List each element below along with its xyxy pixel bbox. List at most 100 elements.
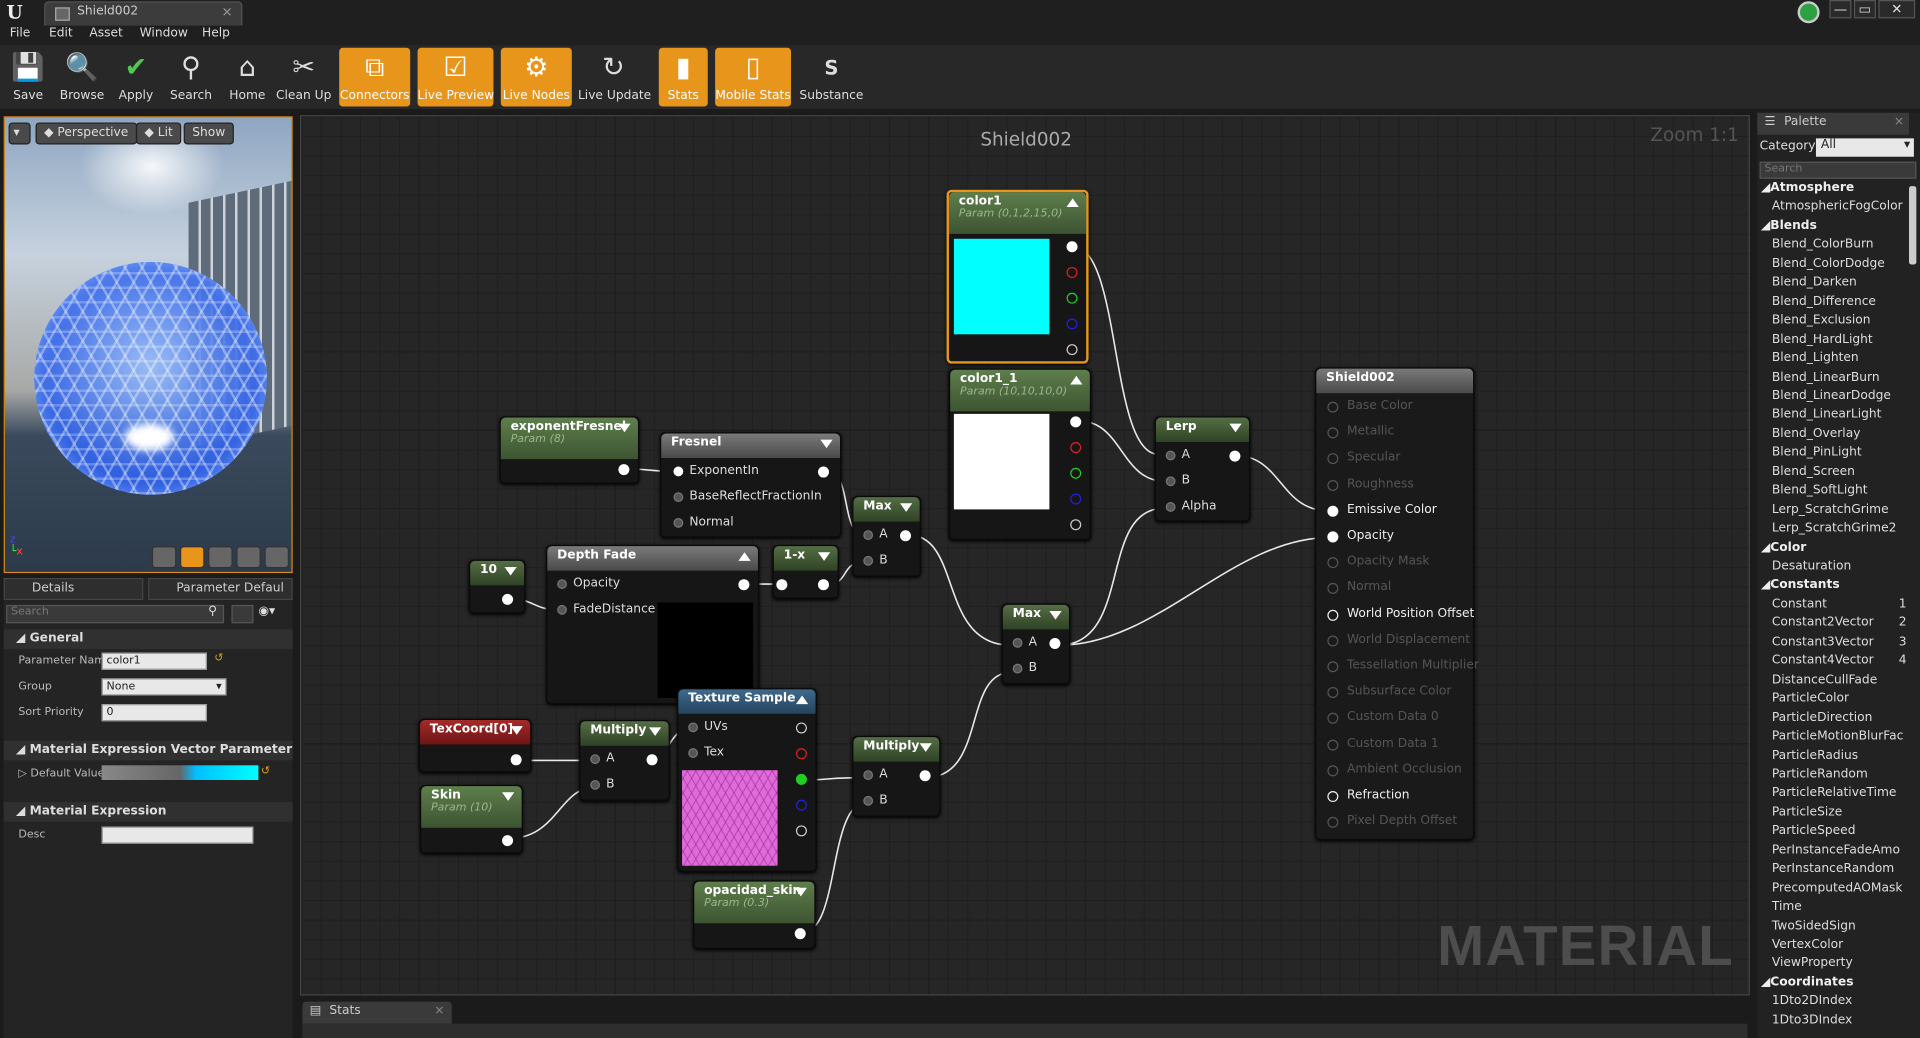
result-pin-opacity-mask[interactable]: Opacity Mask <box>1327 555 1429 569</box>
result-pin-world-displacement[interactable]: World Displacement <box>1327 633 1470 647</box>
live-preview-button[interactable]: ☑ Live Preview <box>417 47 494 107</box>
category-select[interactable]: All ▾ <box>1815 138 1914 157</box>
node-max-2[interactable]: Max A B <box>1001 603 1071 685</box>
input-pin-a[interactable]: A <box>1165 448 1190 462</box>
output-pin[interactable] <box>919 770 931 782</box>
palette-item[interactable]: Blend_SoftLight <box>1772 484 1907 497</box>
palette-item[interactable]: Blend_LinearLight <box>1772 408 1907 421</box>
palette-category[interactable]: ◢Atmosphere <box>1761 181 1896 194</box>
result-pin-world-position-offset[interactable]: World Position Offset <box>1327 607 1474 621</box>
input-pin-b[interactable]: B <box>1165 474 1190 487</box>
palette-item[interactable]: Blend_Exclusion <box>1772 314 1907 327</box>
collapse-icon[interactable] <box>1070 375 1083 385</box>
output-pin[interactable] <box>510 754 522 766</box>
input-pin-b[interactable]: B <box>863 793 888 807</box>
node-opacidad-skin[interactable]: opacidad_skin Param (0.3) <box>693 880 816 949</box>
palette-category[interactable]: ◢Blends <box>1761 219 1896 232</box>
input-pin-b[interactable]: B <box>590 778 615 791</box>
sort-priority-field[interactable]: 0 <box>101 704 207 722</box>
palette-item[interactable]: AtmosphericFogColor <box>1772 200 1907 213</box>
preview-plane-icon[interactable] <box>208 546 233 569</box>
section-material-expression[interactable]: ◢ Material Expression <box>3 802 293 822</box>
result-pin-base-color[interactable]: Base Color <box>1327 399 1413 413</box>
output-pin-rgb[interactable] <box>1070 416 1082 428</box>
expand-icon[interactable] <box>794 887 807 897</box>
result-pin-roughness[interactable]: Roughness <box>1327 477 1414 491</box>
palette-item[interactable]: ViewProperty <box>1772 957 1907 970</box>
input-pin-tex[interactable]: Tex <box>688 746 724 759</box>
tab-palette[interactable]: ☰ Palette × <box>1757 112 1909 135</box>
expand-icon[interactable] <box>502 792 515 801</box>
input-pin-opacity[interactable]: Opacity <box>557 577 620 590</box>
output-pin-b[interactable] <box>1066 318 1078 330</box>
collapse-icon[interactable] <box>1066 198 1079 207</box>
lit-button[interactable]: ◆ Lit <box>135 122 182 145</box>
view-options-icon[interactable] <box>231 604 254 624</box>
collapse-icon[interactable] <box>795 695 809 705</box>
result-pin-refraction[interactable]: Refraction <box>1327 789 1409 803</box>
desc-field[interactable] <box>101 826 254 844</box>
input-pin-normal[interactable]: Normal <box>673 516 734 529</box>
output-pin[interactable] <box>618 464 630 476</box>
node-fresnel[interactable]: Fresnel ExponentIn BaseReflectFractionIn… <box>660 432 842 538</box>
palette-item[interactable]: Blend_Screen <box>1772 465 1907 478</box>
palette-category[interactable]: ◢Color <box>1761 541 1896 554</box>
output-pin-g[interactable] <box>1070 467 1082 479</box>
node-color1_1[interactable]: color1_1 Param (10,10,10,0) <box>948 368 1092 541</box>
tab-details[interactable]: Details <box>3 577 144 601</box>
output-pin-rgb[interactable] <box>1066 241 1078 253</box>
palette-item[interactable]: Blend_ColorBurn <box>1772 238 1907 251</box>
node-skin[interactable]: Skin Param (10) <box>420 784 523 854</box>
result-pin-metallic[interactable]: Metallic <box>1327 425 1394 439</box>
live-nodes-button[interactable]: ⚙ Live Nodes <box>500 47 572 107</box>
output-pin[interactable] <box>817 466 829 478</box>
preview-cube-icon[interactable] <box>236 546 261 569</box>
palette-item[interactable]: Lerp_ScratchGrime2 <box>1772 522 1907 535</box>
default-value-color-swatch[interactable] <box>101 765 259 781</box>
minimize-button[interactable]: — <box>1829 0 1852 19</box>
expand-icon[interactable] <box>648 727 662 736</box>
palette-item[interactable]: Blend_Overlay <box>1772 427 1907 440</box>
output-pin-rgb[interactable] <box>795 722 807 734</box>
substance-button[interactable]: S Substance <box>797 48 866 107</box>
expand-icon[interactable] <box>510 726 523 735</box>
output-pin-a[interactable] <box>1070 519 1082 531</box>
palette-item[interactable]: PrecomputedAOMask <box>1772 881 1907 894</box>
restore-button[interactable]: ▭ <box>1853 0 1876 19</box>
input-pin-exponent[interactable]: ExponentIn <box>673 464 759 478</box>
palette-item[interactable]: Blend_LinearDodge <box>1772 389 1907 402</box>
output-pin[interactable] <box>1049 637 1061 649</box>
palette-item[interactable]: Constant 1 <box>1772 597 1907 610</box>
reset-icon[interactable]: ↺ <box>214 653 223 665</box>
preview-viewport[interactable]: ▾ ◆ Perspective ◆ Lit Show z └x <box>3 116 293 574</box>
mobile-stats-button[interactable]: ▯ Mobile Stats <box>715 47 792 107</box>
menu-window[interactable]: Window <box>140 27 188 40</box>
result-pin-normal[interactable]: Normal <box>1327 581 1391 595</box>
input-pin-a[interactable]: A <box>863 528 888 541</box>
output-pin[interactable] <box>738 579 750 591</box>
output-pin[interactable] <box>502 593 514 605</box>
node-texcoord[interactable]: TexCoord[0] <box>418 718 532 773</box>
document-tab[interactable]: Shield002 × <box>44 1 243 26</box>
menu-file[interactable]: File <box>10 27 30 40</box>
node-one-minus[interactable]: 1-x <box>772 544 839 599</box>
search-button[interactable]: ⚲ Search <box>164 48 218 107</box>
menu-asset[interactable]: Asset <box>89 27 122 40</box>
output-pin[interactable] <box>794 928 806 940</box>
input-pin-fade-distance[interactable]: FadeDistance <box>557 602 655 616</box>
output-pin-g[interactable] <box>795 773 807 785</box>
palette-item[interactable]: Blend_HardLight <box>1772 333 1907 346</box>
result-pin-subsurface-color[interactable]: Subsurface Color <box>1327 685 1451 699</box>
input-pin-b[interactable]: B <box>863 553 888 567</box>
eye-icon[interactable]: ◉▾ <box>258 605 275 618</box>
menu-edit[interactable]: Edit <box>49 27 73 40</box>
expand-icon[interactable] <box>504 566 517 576</box>
palette-item[interactable]: 1Dto3DIndex <box>1772 1014 1907 1027</box>
palette-search-input[interactable]: Search <box>1759 161 1917 179</box>
result-pin-specular[interactable]: Specular <box>1327 451 1400 465</box>
node-color1[interactable]: color1 Param (0,1,2,15,0) <box>946 189 1089 364</box>
palette-item[interactable]: ParticleDirection <box>1772 711 1907 724</box>
close-icon[interactable]: × <box>1894 115 1904 128</box>
palette-item[interactable]: Blend_ColorDodge <box>1772 257 1907 270</box>
palette-item[interactable]: Constant3Vector 3 <box>1772 635 1907 648</box>
